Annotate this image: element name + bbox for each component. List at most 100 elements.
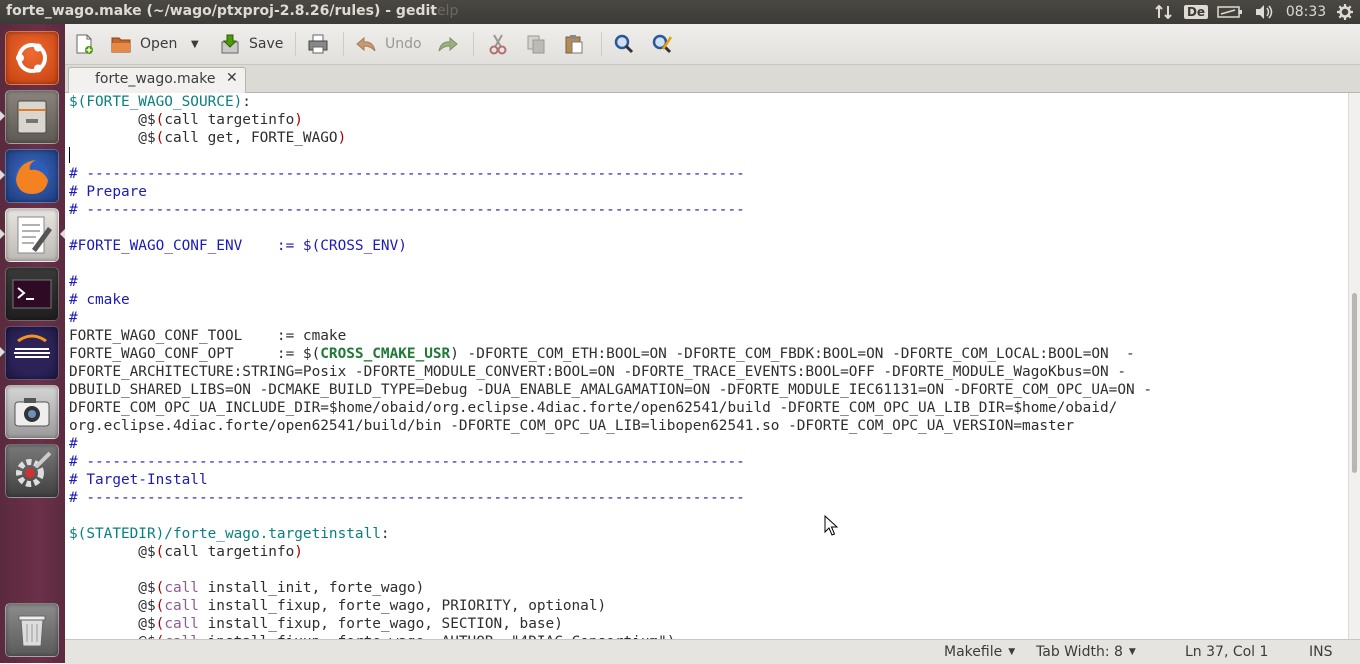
code-token: install_init, forte_wago) — [198, 580, 425, 596]
code-line[interactable]: # --------------------------------------… — [69, 201, 1348, 219]
code-line[interactable]: # — [69, 309, 1348, 327]
find-replace-button[interactable] — [651, 31, 681, 57]
code-line[interactable]: @$(call targetinfo) — [69, 543, 1348, 561]
code-token: # Target-Install — [69, 472, 208, 488]
undo-label: Undo — [385, 36, 422, 52]
terminal-icon[interactable] — [5, 267, 59, 321]
network-updown-icon[interactable] — [1152, 0, 1176, 24]
code-token: # — [69, 436, 78, 452]
open-button[interactable]: Open — [110, 31, 177, 57]
code-token: $(FORTE_WAGO_SOURCE) — [69, 94, 243, 110]
search-icon — [613, 33, 635, 55]
code-line[interactable]: # cmake — [69, 291, 1348, 309]
save-button[interactable]: Save — [219, 31, 283, 57]
session-gear-icon[interactable] — [1334, 0, 1356, 24]
chevron-down-icon: ▼ — [1128, 647, 1136, 657]
clock[interactable]: 08:33 — [1284, 0, 1328, 24]
code-token: #FORTE_WAGO_CONF_ENV := $(CROSS_ENV) — [69, 238, 407, 254]
printer-icon — [307, 33, 329, 55]
system-settings-icon[interactable] — [5, 444, 59, 498]
code-line[interactable]: #FORTE_WAGO_CONF_ENV := $(CROSS_ENV) — [69, 237, 1348, 255]
code-line[interactable]: # --------------------------------------… — [69, 489, 1348, 507]
code-token: # — [69, 274, 78, 290]
firefox-icon[interactable] — [5, 149, 59, 203]
code-line[interactable]: $(STATEDIR)/forte_wago.targetinstall: — [69, 525, 1348, 543]
document-tabs: forte_wago.make ✕ — [65, 65, 1360, 93]
paste-button[interactable] — [563, 31, 593, 57]
code-line[interactable]: DBUILD_SHARED_LIBS=ON -DCMAKE_BUILD_TYPE… — [69, 381, 1348, 399]
code-line[interactable] — [69, 219, 1348, 237]
code-token: ( — [155, 130, 165, 146]
code-line[interactable] — [69, 507, 1348, 525]
camera-icon[interactable] — [5, 385, 59, 439]
code-line[interactable]: # --------------------------------------… — [69, 165, 1348, 183]
code-token: ) — [337, 130, 347, 146]
new-document-button[interactable] — [73, 31, 103, 57]
print-button[interactable] — [307, 31, 337, 57]
text-editor-icon[interactable] — [5, 208, 59, 262]
tab-label: forte_wago.make — [95, 71, 216, 87]
battery-icon[interactable] — [1216, 0, 1244, 24]
redo-button[interactable] — [437, 31, 467, 57]
language-selector[interactable]: Makefile ▼ — [944, 644, 1015, 660]
code-line[interactable]: @$(call targetinfo) — [69, 111, 1348, 129]
code-line[interactable]: # Prepare — [69, 183, 1348, 201]
code-line[interactable]: @$(call install_fixup, forte_wago, PRIOR… — [69, 597, 1348, 615]
cut-button[interactable] — [487, 31, 517, 57]
code-token: # Prepare — [69, 184, 147, 200]
code-token: @$ — [69, 130, 156, 146]
toolbar-separator — [473, 32, 474, 56]
text-editor-area[interactable]: $(FORTE_WAGO_SOURCE): @$(call targetinfo… — [65, 93, 1348, 639]
code-token: call — [164, 598, 199, 614]
close-icon[interactable]: ✕ — [226, 70, 238, 86]
code-token: call targetinfo — [164, 112, 295, 128]
volume-icon[interactable] — [1252, 0, 1276, 24]
code-line[interactable]: @$(call install_init, forte_wago) — [69, 579, 1348, 597]
code-line[interactable]: DFORTE_ARCHITECTURE:STRING=Posix -DFORTE… — [69, 363, 1348, 381]
files-icon[interactable] — [5, 90, 59, 144]
open-recent-dropdown[interactable]: ▼ — [191, 31, 199, 57]
trash-icon[interactable] — [5, 603, 59, 657]
code-token: # — [69, 310, 78, 326]
keyboard-layout-indicator[interactable]: De — [1183, 0, 1209, 24]
code-line[interactable] — [69, 255, 1348, 273]
code-token: @$ — [69, 112, 156, 128]
code-line[interactable]: # — [69, 273, 1348, 291]
code-line[interactable]: # Target-Install — [69, 471, 1348, 489]
redo-arrow-icon — [437, 33, 459, 55]
code-line[interactable]: FORTE_WAGO_CONF_TOOL := cmake — [69, 327, 1348, 345]
cursor-position: Ln 37, Col 1 — [1185, 644, 1269, 660]
scrollbar-thumb[interactable] — [1352, 293, 1357, 473]
code-token: ) — [294, 544, 303, 560]
code-token: # --------------------------------------… — [69, 202, 745, 218]
code-line[interactable] — [69, 147, 1348, 165]
top-panel: forte_wago.make (~/wago/ptxproj-2.8.26/r… — [0, 0, 1360, 24]
code-line[interactable]: $(FORTE_WAGO_SOURCE): — [69, 93, 1348, 111]
code-line[interactable]: org.eclipse.4diac.forte/open62541/build/… — [69, 417, 1348, 435]
toolbar: Open ▼ Save Undo — [65, 24, 1360, 65]
language-label: Makefile — [944, 644, 1003, 660]
code-line[interactable]: DFORTE_COM_OPC_UA_INCLUDE_DIR=$home/obai… — [69, 399, 1348, 417]
code-token: @$ — [69, 544, 156, 560]
insert-mode: INS — [1309, 644, 1333, 660]
open-label: Open — [140, 36, 178, 52]
code-line[interactable]: FORTE_WAGO_CONF_OPT := $(CROSS_CMAKE_USR… — [69, 345, 1348, 363]
find-button[interactable] — [613, 31, 643, 57]
tab-width-selector[interactable]: Tab Width: 8 ▼ — [1036, 644, 1136, 660]
code-line[interactable] — [69, 561, 1348, 579]
code-line[interactable]: @$(call get, FORTE_WAGO) — [69, 129, 1348, 147]
save-icon — [219, 33, 241, 55]
tab-forte-wago-make[interactable]: forte_wago.make ✕ — [68, 67, 246, 93]
code-line[interactable]: @$(call install_fixup, forte_wago, SECTI… — [69, 615, 1348, 633]
tab-width-label: Tab Width: 8 — [1036, 644, 1123, 660]
code-view[interactable]: $(FORTE_WAGO_SOURCE): @$(call targetinfo… — [65, 93, 1348, 639]
running-indicator-icon — [0, 111, 5, 121]
eclipse-icon[interactable] — [5, 326, 59, 380]
ubuntu-dash-icon[interactable] — [5, 31, 59, 85]
code-line[interactable]: # --------------------------------------… — [69, 453, 1348, 471]
code-token: ( — [155, 544, 165, 560]
code-line[interactable]: # — [69, 435, 1348, 453]
vertical-scrollbar[interactable] — [1348, 93, 1360, 639]
undo-button[interactable]: Undo — [355, 31, 422, 57]
copy-button[interactable] — [525, 31, 555, 57]
